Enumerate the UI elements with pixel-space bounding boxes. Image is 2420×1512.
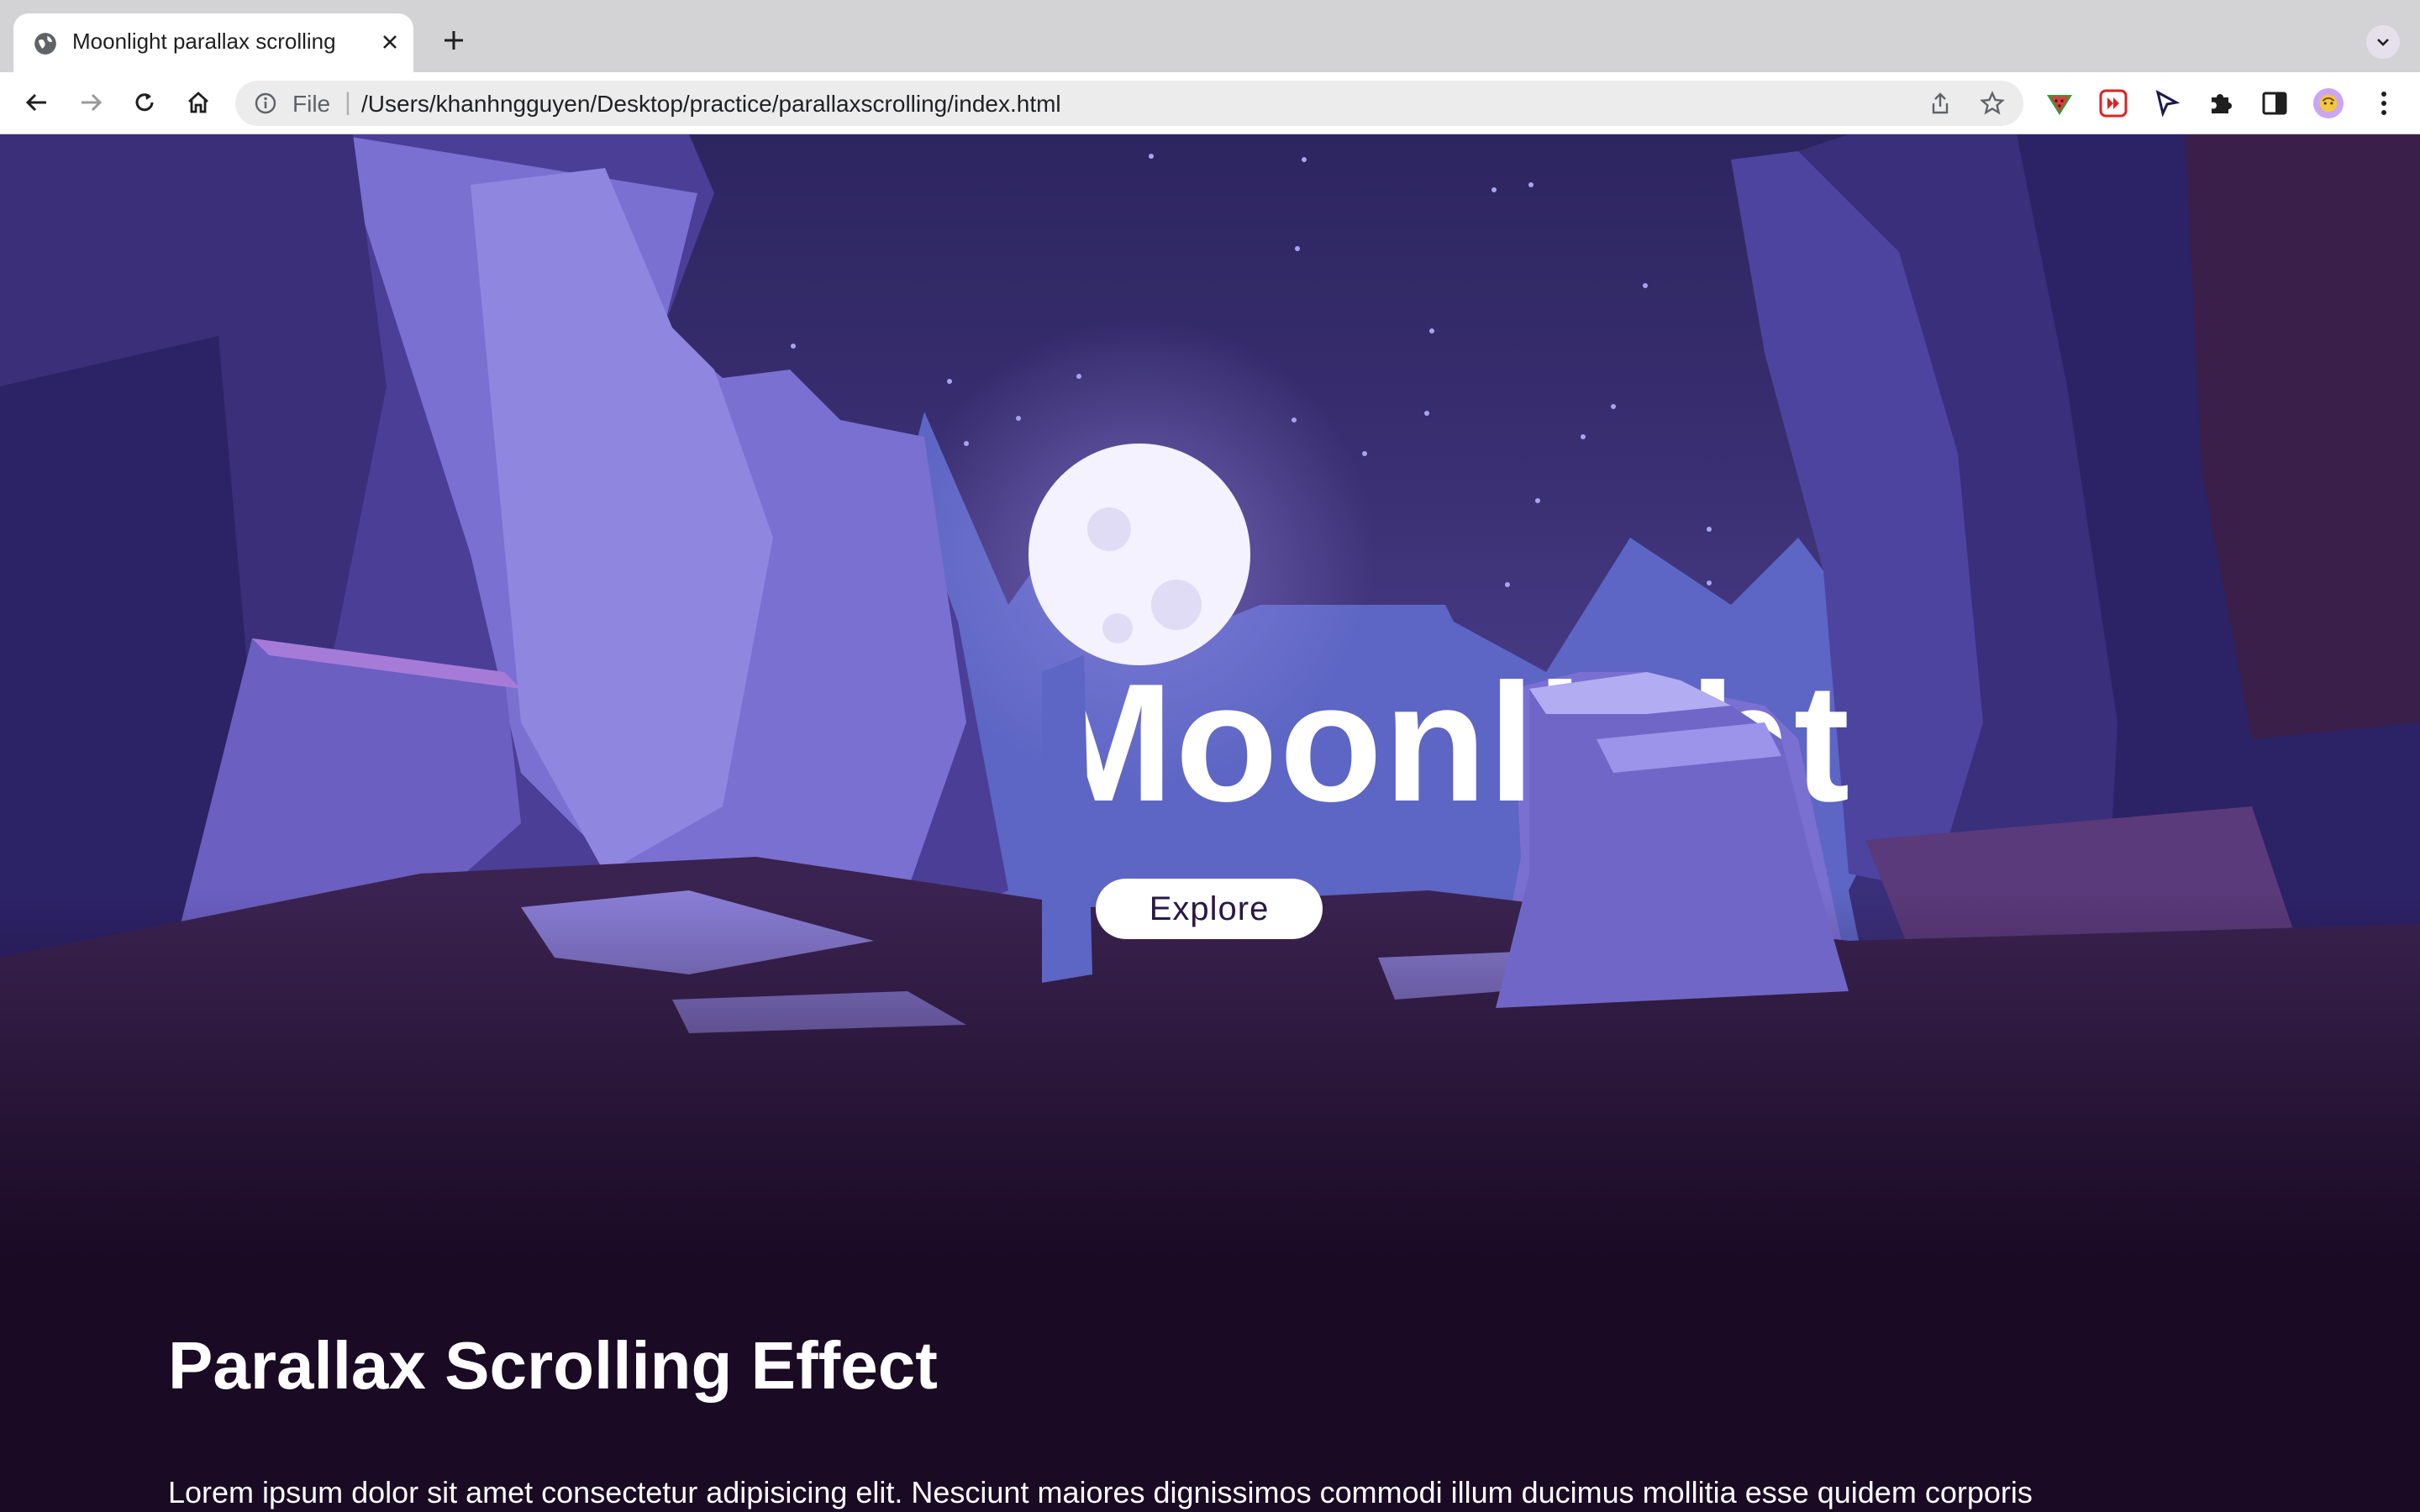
hero-section: Moonlight Explore <box>0 134 2420 1260</box>
page-viewport: Moonlight Explore Parallax Scrolling Eff… <box>0 134 2420 1512</box>
more-menu-kebab-icon[interactable] <box>2368 87 2400 119</box>
url-text[interactable]: /Users/khanhngguyen/Desktop/practice/par… <box>361 91 1061 118</box>
info-icon[interactable] <box>254 92 277 115</box>
side-panel-icon[interactable] <box>2259 87 2291 119</box>
video-speed-extension-icon[interactable] <box>2097 87 2129 119</box>
section-heading: Parallax Scrolling Effect <box>168 1328 938 1403</box>
section-paragraph: Lorem ipsum dolor sit amet consectetur a… <box>168 1475 2033 1509</box>
tab-search-chevron-down-icon[interactable] <box>2366 25 2400 59</box>
tab-strip: Moonlight parallax scrolling <box>0 0 2420 72</box>
active-tab[interactable]: Moonlight parallax scrolling <box>13 13 413 72</box>
close-tab-icon[interactable] <box>376 29 403 55</box>
share-icon[interactable] <box>1928 91 1953 116</box>
cursor-extension-icon[interactable] <box>2151 87 2183 119</box>
globe-icon <box>34 33 56 55</box>
url-scheme-label: File <box>292 91 331 117</box>
watermelon-extension-icon[interactable] <box>2044 87 2075 119</box>
hero-title: Moonlight <box>1034 649 1852 837</box>
bookmark-star-icon[interactable] <box>1980 91 2005 116</box>
browser-toolbar: File | /Users/khanhngguyen/Desktop/pract… <box>0 72 2420 134</box>
home-icon[interactable] <box>180 84 217 121</box>
url-separator: | <box>345 88 351 116</box>
reload-icon[interactable] <box>126 84 163 121</box>
address-bar[interactable]: File | /Users/khanhngguyen/Desktop/pract… <box>235 81 2023 126</box>
back-arrow-icon[interactable] <box>18 84 55 121</box>
tab-title: Moonlight parallax scrolling <box>72 29 336 54</box>
new-tab-plus-icon[interactable] <box>435 22 472 59</box>
profile-avatar[interactable] <box>2312 87 2344 119</box>
explore-button[interactable]: Explore <box>1096 879 1323 939</box>
forward-arrow-icon[interactable] <box>72 84 109 121</box>
puzzle-extensions-icon[interactable] <box>2205 87 2237 119</box>
